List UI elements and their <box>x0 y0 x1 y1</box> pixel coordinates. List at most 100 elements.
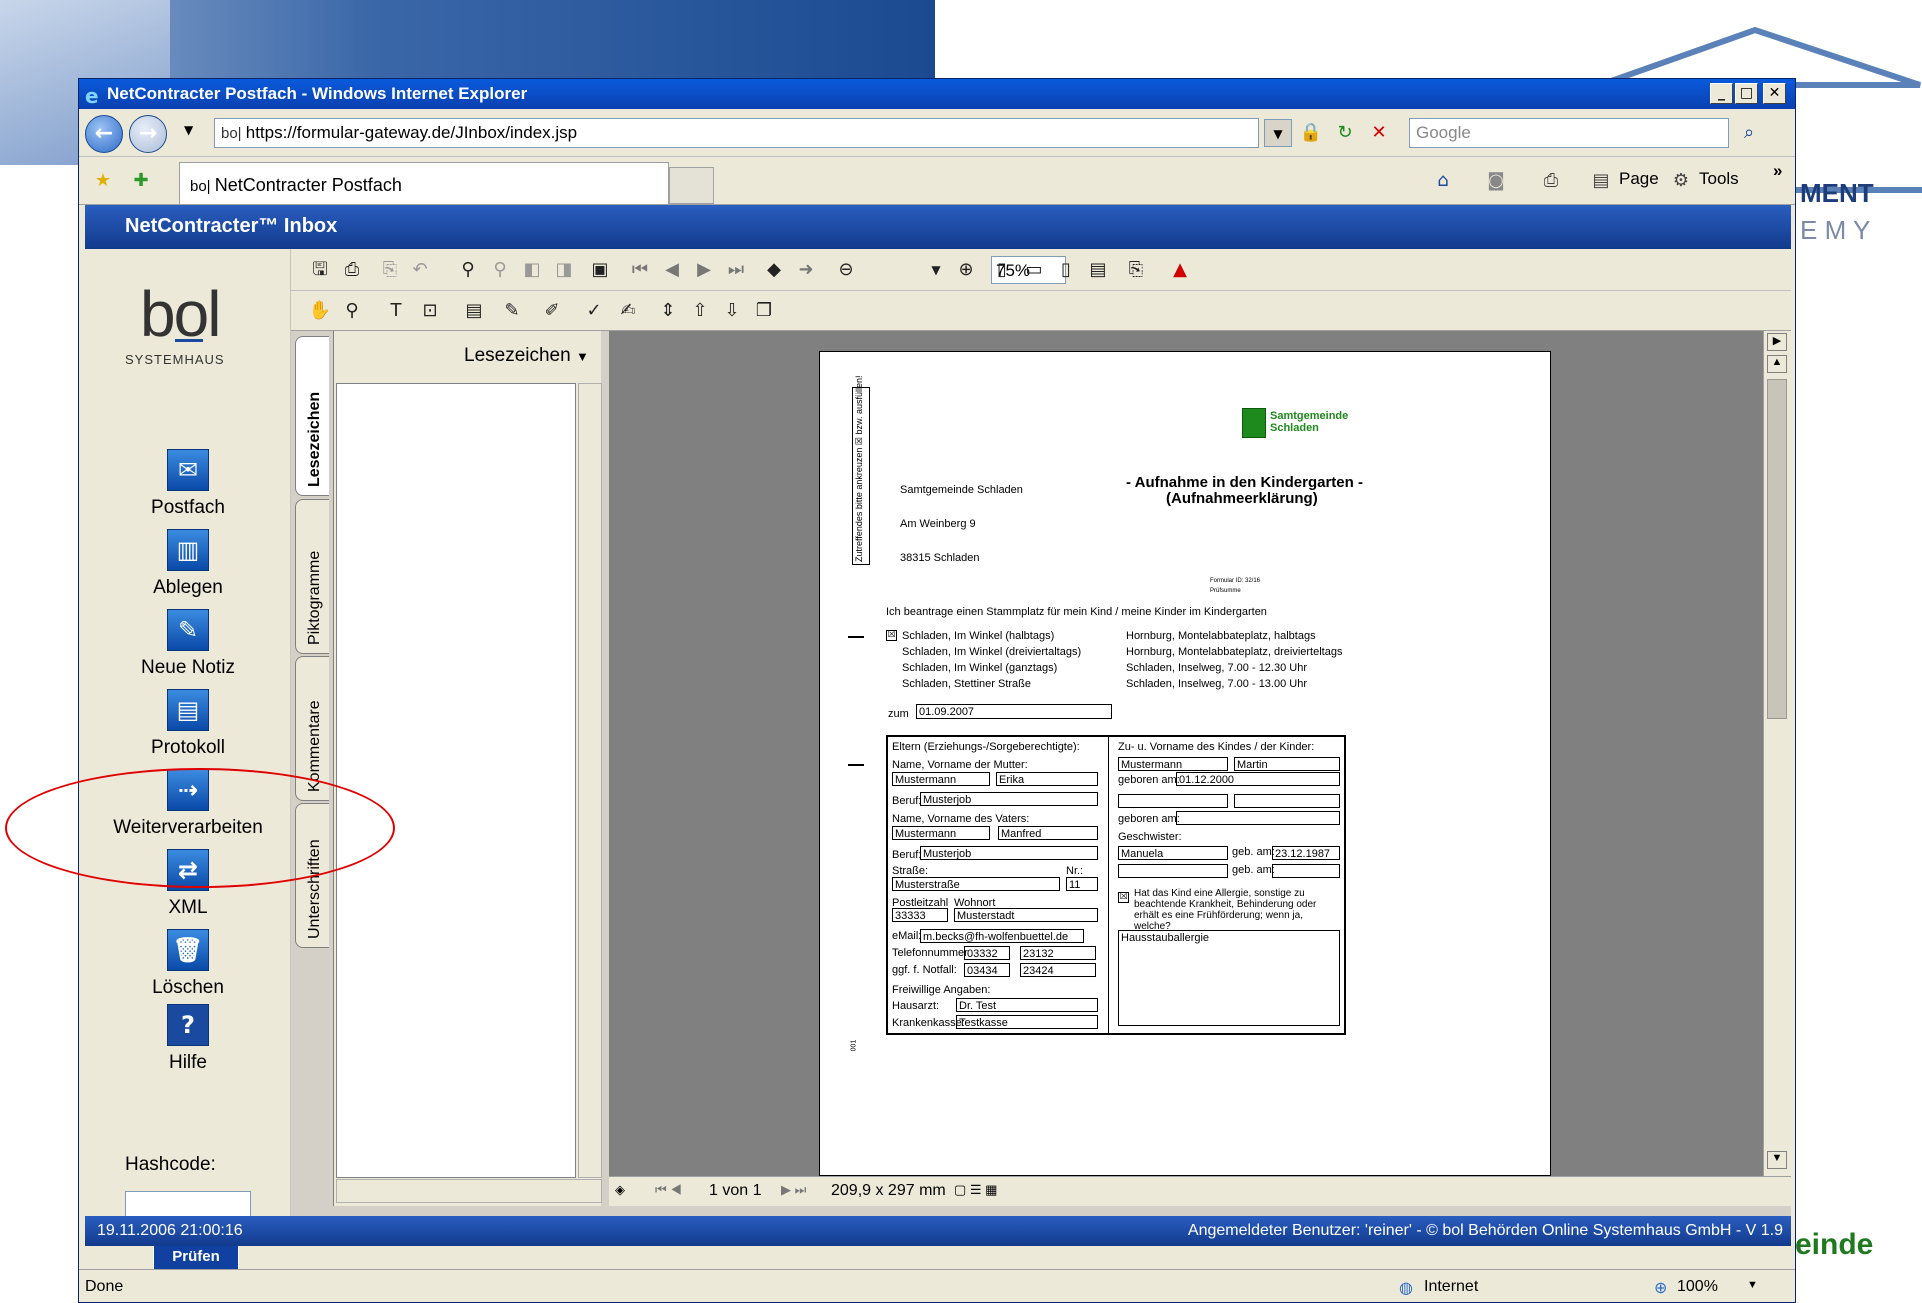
child2-dob[interactable] <box>1176 811 1340 825</box>
expand-icon[interactable]: ⇕ <box>653 297 683 325</box>
sibling-dob[interactable]: 23.12.1987 <box>1272 846 1340 860</box>
next-view-icon[interactable]: ◨ <box>549 256 579 284</box>
tel-area[interactable]: 03332 <box>964 946 1010 960</box>
page-icon[interactable]: ▤ <box>1587 167 1615 195</box>
search-icon[interactable]: ⌕ <box>1735 119 1763 147</box>
note-tool-icon[interactable]: ▤ <box>459 297 489 325</box>
bookmarks-scrollbar[interactable] <box>578 383 602 1178</box>
save-icon[interactable]: 🖫 <box>305 256 335 284</box>
copy-icon[interactable]: ⎘ <box>375 256 405 284</box>
nr-field[interactable]: 11 <box>1066 877 1098 891</box>
email-field[interactable]: m.becks@fh-wolfenbuettel.de <box>920 929 1084 943</box>
adobe-icon[interactable]: ▲ <box>1165 256 1195 284</box>
refresh-icon[interactable]: ↻ <box>1331 119 1359 147</box>
bookmarks-hscrollbar[interactable] <box>336 1179 602 1203</box>
reflow-icon[interactable]: ▤ <box>1083 256 1113 284</box>
sidebar-item-ablegen[interactable]: ▥ Ablegen <box>85 529 291 609</box>
spellcheck-icon[interactable]: ✓ <box>579 297 609 325</box>
expand-panel-icon[interactable]: ▶ <box>1767 333 1787 351</box>
stop-icon[interactable]: ✕ <box>1365 119 1393 147</box>
zoom-icon[interactable]: ⊕ <box>1654 1278 1667 1298</box>
child-dob[interactable]: 01.12.2000 <box>1176 772 1340 786</box>
ort-field[interactable]: Musterstadt <box>954 908 1098 922</box>
child2-firstname[interactable] <box>1234 794 1340 808</box>
notfall-area[interactable]: 03434 <box>964 963 1010 977</box>
add-favorite-icon[interactable]: ✚ <box>127 167 155 195</box>
hand-tool-icon[interactable]: ✋ <box>305 297 335 325</box>
forward-button[interactable]: → <box>129 115 167 153</box>
date-field[interactable]: 01.09.2007 <box>916 704 1112 719</box>
undo-icon[interactable]: ↶ <box>405 256 435 284</box>
minimize-button[interactable]: _ <box>1710 83 1733 104</box>
tools-menu[interactable]: Tools <box>1699 169 1739 189</box>
next-page-button[interactable]: ▶ ⏭ <box>781 1182 806 1198</box>
fit-page-icon[interactable]: ▭ <box>1019 256 1049 284</box>
pencil-icon[interactable]: ✎ <box>497 297 527 325</box>
next-page-icon[interactable]: ▶ <box>689 256 719 284</box>
address-dropdown-icon[interactable]: ▼ <box>1264 119 1292 147</box>
snapshot-icon[interactable]: ⊡ <box>415 297 445 325</box>
zoom-level[interactable]: 100% <box>1677 1278 1718 1296</box>
split-icon[interactable]: ◈ <box>615 1182 625 1198</box>
child-firstname[interactable]: Martin <box>1234 757 1340 771</box>
father-lastname[interactable]: Mustermann <box>892 826 990 840</box>
bookmarks-list[interactable] <box>336 383 576 1178</box>
checkbox-option-1[interactable]: ☒ <box>886 630 897 641</box>
child-lastname[interactable]: Mustermann <box>1118 757 1228 771</box>
mother-job[interactable]: Musterjob <box>920 792 1098 806</box>
text-select-icon[interactable]: T <box>381 297 411 325</box>
pages-icon[interactable]: ▣ <box>585 256 615 284</box>
first-page-icon[interactable]: ⏮ <box>625 256 655 284</box>
close-button[interactable]: ✕ <box>1763 83 1786 104</box>
sibling2-dob[interactable] <box>1272 864 1340 878</box>
home-icon[interactable]: ⌂ <box>1429 167 1457 195</box>
prev-page-icon[interactable]: ◀ <box>657 256 687 284</box>
zoom-in-icon[interactable]: ⊕ <box>951 256 981 284</box>
find-icon[interactable]: ⚲ <box>453 256 483 284</box>
sidebar-item-postfach[interactable]: ✉ Postfach <box>85 449 291 529</box>
upload-icon[interactable]: ⇧ <box>685 297 715 325</box>
maximize-button[interactable]: □ <box>1735 83 1758 104</box>
search-doc-icon[interactable]: ⚲ <box>485 256 515 284</box>
page-info[interactable]: 1 von 1 <box>709 1182 761 1200</box>
scroll-thumb[interactable] <box>1767 379 1787 719</box>
address-bar[interactable]: bo| https://formular-gateway.de/JInbox/i… <box>214 118 1259 148</box>
bookmarks-title[interactable]: Lesezeichen ▼ <box>464 345 589 367</box>
scroll-down-icon[interactable]: ▼ <box>1767 1151 1787 1169</box>
sidebar-item-neue-notiz[interactable]: ✎ Neue Notiz <box>85 609 291 689</box>
zoom-out-icon[interactable]: ⊖ <box>831 256 861 284</box>
allergy-field[interactable]: Hausstauballergie <box>1118 930 1340 1026</box>
scroll-up-icon[interactable]: ▲ <box>1767 355 1787 373</box>
plz-field[interactable]: 33333 <box>892 908 948 922</box>
back-arrow-icon[interactable]: ◆ <box>759 256 789 284</box>
fit-width-icon[interactable]: ▯ <box>1051 256 1081 284</box>
highlight-icon[interactable]: ✐ <box>537 297 567 325</box>
sign-icon[interactable]: ✍ <box>613 297 643 325</box>
zoom-dropdown-icon[interactable]: ▼ <box>1747 1279 1758 1291</box>
child2-lastname[interactable] <box>1118 794 1228 808</box>
tab-piktogramme[interactable]: Piktogramme <box>295 499 329 654</box>
insurance-field[interactable]: Testkasse <box>956 1015 1098 1029</box>
forward-arrow-icon[interactable]: ➜ <box>791 256 821 284</box>
favorites-star-icon[interactable]: ★ <box>89 167 117 195</box>
sidebar-item-protokoll[interactable]: ▤ Protokoll <box>85 689 291 769</box>
page-menu[interactable]: Page <box>1619 169 1659 189</box>
sibling2-name[interactable] <box>1118 864 1228 878</box>
chevron-more-icon[interactable]: » <box>1773 161 1782 181</box>
zoom-dropdown-icon[interactable]: ▼ <box>921 256 951 284</box>
back-button[interactable]: ← <box>85 115 123 153</box>
print-icon[interactable]: ⎙ <box>337 256 367 284</box>
search-input[interactable]: Google <box>1409 118 1729 148</box>
single-page-icon[interactable]: ▢ ☰ ▦ <box>954 1182 997 1198</box>
sibling-name[interactable]: Manuela <box>1118 846 1228 860</box>
tab-lesezeichen[interactable]: Lesezeichen <box>295 336 329 496</box>
tools-gear-icon[interactable]: ⚙ <box>1667 167 1695 195</box>
sidebar-item-hilfe[interactable]: ? Hilfe <box>85 1004 291 1084</box>
browser-tab[interactable]: bo| NetContracter Postfach <box>179 162 669 204</box>
rotate-icon[interactable]: ⎘ <box>1121 256 1151 284</box>
street-field[interactable]: Musterstraße <box>892 877 1060 891</box>
copy-page-icon[interactable]: ❐ <box>749 297 779 325</box>
zoom-tool-icon[interactable]: ⚲ <box>337 297 367 325</box>
actual-size-icon[interactable]: ▯ <box>987 256 1017 284</box>
feeds-icon[interactable]: ◙ <box>1482 167 1510 195</box>
